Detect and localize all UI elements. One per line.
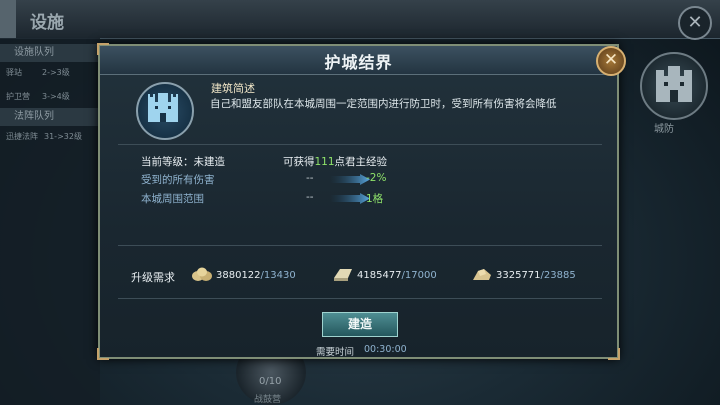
facility-queue-header: 设施队列 xyxy=(0,44,100,62)
build-time-value: 00:30:00 xyxy=(364,344,407,355)
dialog-title: 护城结界 xyxy=(324,53,393,72)
current-level-label: 当前等级：未建造 xyxy=(141,156,225,168)
facility-left-panel: 设施队列 驿站 2->3级 护卫营 3->4级 法阵队列 迅捷法阵 31->32… xyxy=(0,38,100,405)
resource-need: /13430 xyxy=(260,270,296,281)
queue-row[interactable]: 护卫营 3->4级 xyxy=(0,88,100,106)
facility-title: 设施 xyxy=(30,13,64,33)
queue-row-level: 31->32级 xyxy=(44,132,82,141)
corner-ornament xyxy=(97,43,109,55)
stat-current: -- xyxy=(306,191,314,203)
city-defense-label: 城防 xyxy=(654,124,674,135)
stat-next: 1格 xyxy=(366,193,384,205)
resource-have: 3325771 xyxy=(496,270,541,281)
stone-icon xyxy=(473,269,491,280)
dialog-header: 护城结界 xyxy=(100,46,617,75)
dialog-close-icon[interactable]: ✕ xyxy=(596,46,626,76)
city-defense-building-icon[interactable] xyxy=(640,52,708,120)
divider xyxy=(118,298,602,299)
stat-next: -2% xyxy=(366,172,387,184)
corner-ornament xyxy=(608,348,620,360)
top-bar-corner xyxy=(0,0,16,38)
arrow-right-icon xyxy=(330,174,370,185)
queue-row[interactable]: 驿站 2->3级 xyxy=(0,64,100,82)
exp-reward-suffix: 点君主经验 xyxy=(334,156,388,168)
formation-queue-header: 法阵队列 xyxy=(0,108,100,126)
resource-have: 3880122 xyxy=(216,270,261,281)
queue-row[interactable]: 迅捷法阵 31->32级 xyxy=(0,128,100,146)
resource-need: /17000 xyxy=(401,270,437,281)
queue-row-level: 2->3级 xyxy=(42,68,70,77)
divider xyxy=(118,245,602,246)
top-close-icon[interactable]: ✕ xyxy=(678,6,712,40)
castle-icon xyxy=(136,82,194,140)
description-text: 自己和盟友部队在本城周围一定范围内进行防卫时，受到所有伤害将会降低 xyxy=(210,98,557,110)
war-drum-label: 战鼓营 xyxy=(254,395,282,405)
stat-current: -- xyxy=(306,172,314,184)
stat-label: 本城周围范围 xyxy=(141,193,204,205)
queue-row-level: 3->4级 xyxy=(42,92,70,101)
war-drum-count: 0/10 xyxy=(259,376,282,387)
upgrade-requirements-label: 升级需求 xyxy=(131,271,175,284)
stat-label: 受到的所有伤害 xyxy=(141,174,215,186)
resource-have: 4185477 xyxy=(357,270,402,281)
queue-row-name: 驿站 xyxy=(6,68,22,77)
resource-stone: 3325771/23885 xyxy=(496,270,576,281)
iron-bar-icon xyxy=(334,269,352,281)
resource-iron: 4185477/17000 xyxy=(357,270,437,281)
description-title: 建筑简述 xyxy=(211,82,255,95)
divider xyxy=(118,144,602,145)
exp-reward: 可获得111点君主经验 xyxy=(283,154,387,169)
exp-reward-value: 111 xyxy=(314,156,335,168)
grain-sacks-icon xyxy=(192,267,212,281)
corner-ornament xyxy=(97,348,109,360)
build-button[interactable]: 建造 xyxy=(322,312,398,337)
arrow-right-icon xyxy=(330,193,370,204)
exp-reward-prefix: 可获得 xyxy=(283,156,315,168)
facility-top-bar: 设施 xyxy=(0,0,720,39)
build-time-label: 需要时间 xyxy=(316,347,355,358)
queue-row-name: 护卫营 xyxy=(6,92,30,101)
queue-row-name: 迅捷法阵 xyxy=(6,132,38,141)
resource-food: 3880122/13430 xyxy=(216,270,296,281)
resource-need: /23885 xyxy=(540,270,576,281)
